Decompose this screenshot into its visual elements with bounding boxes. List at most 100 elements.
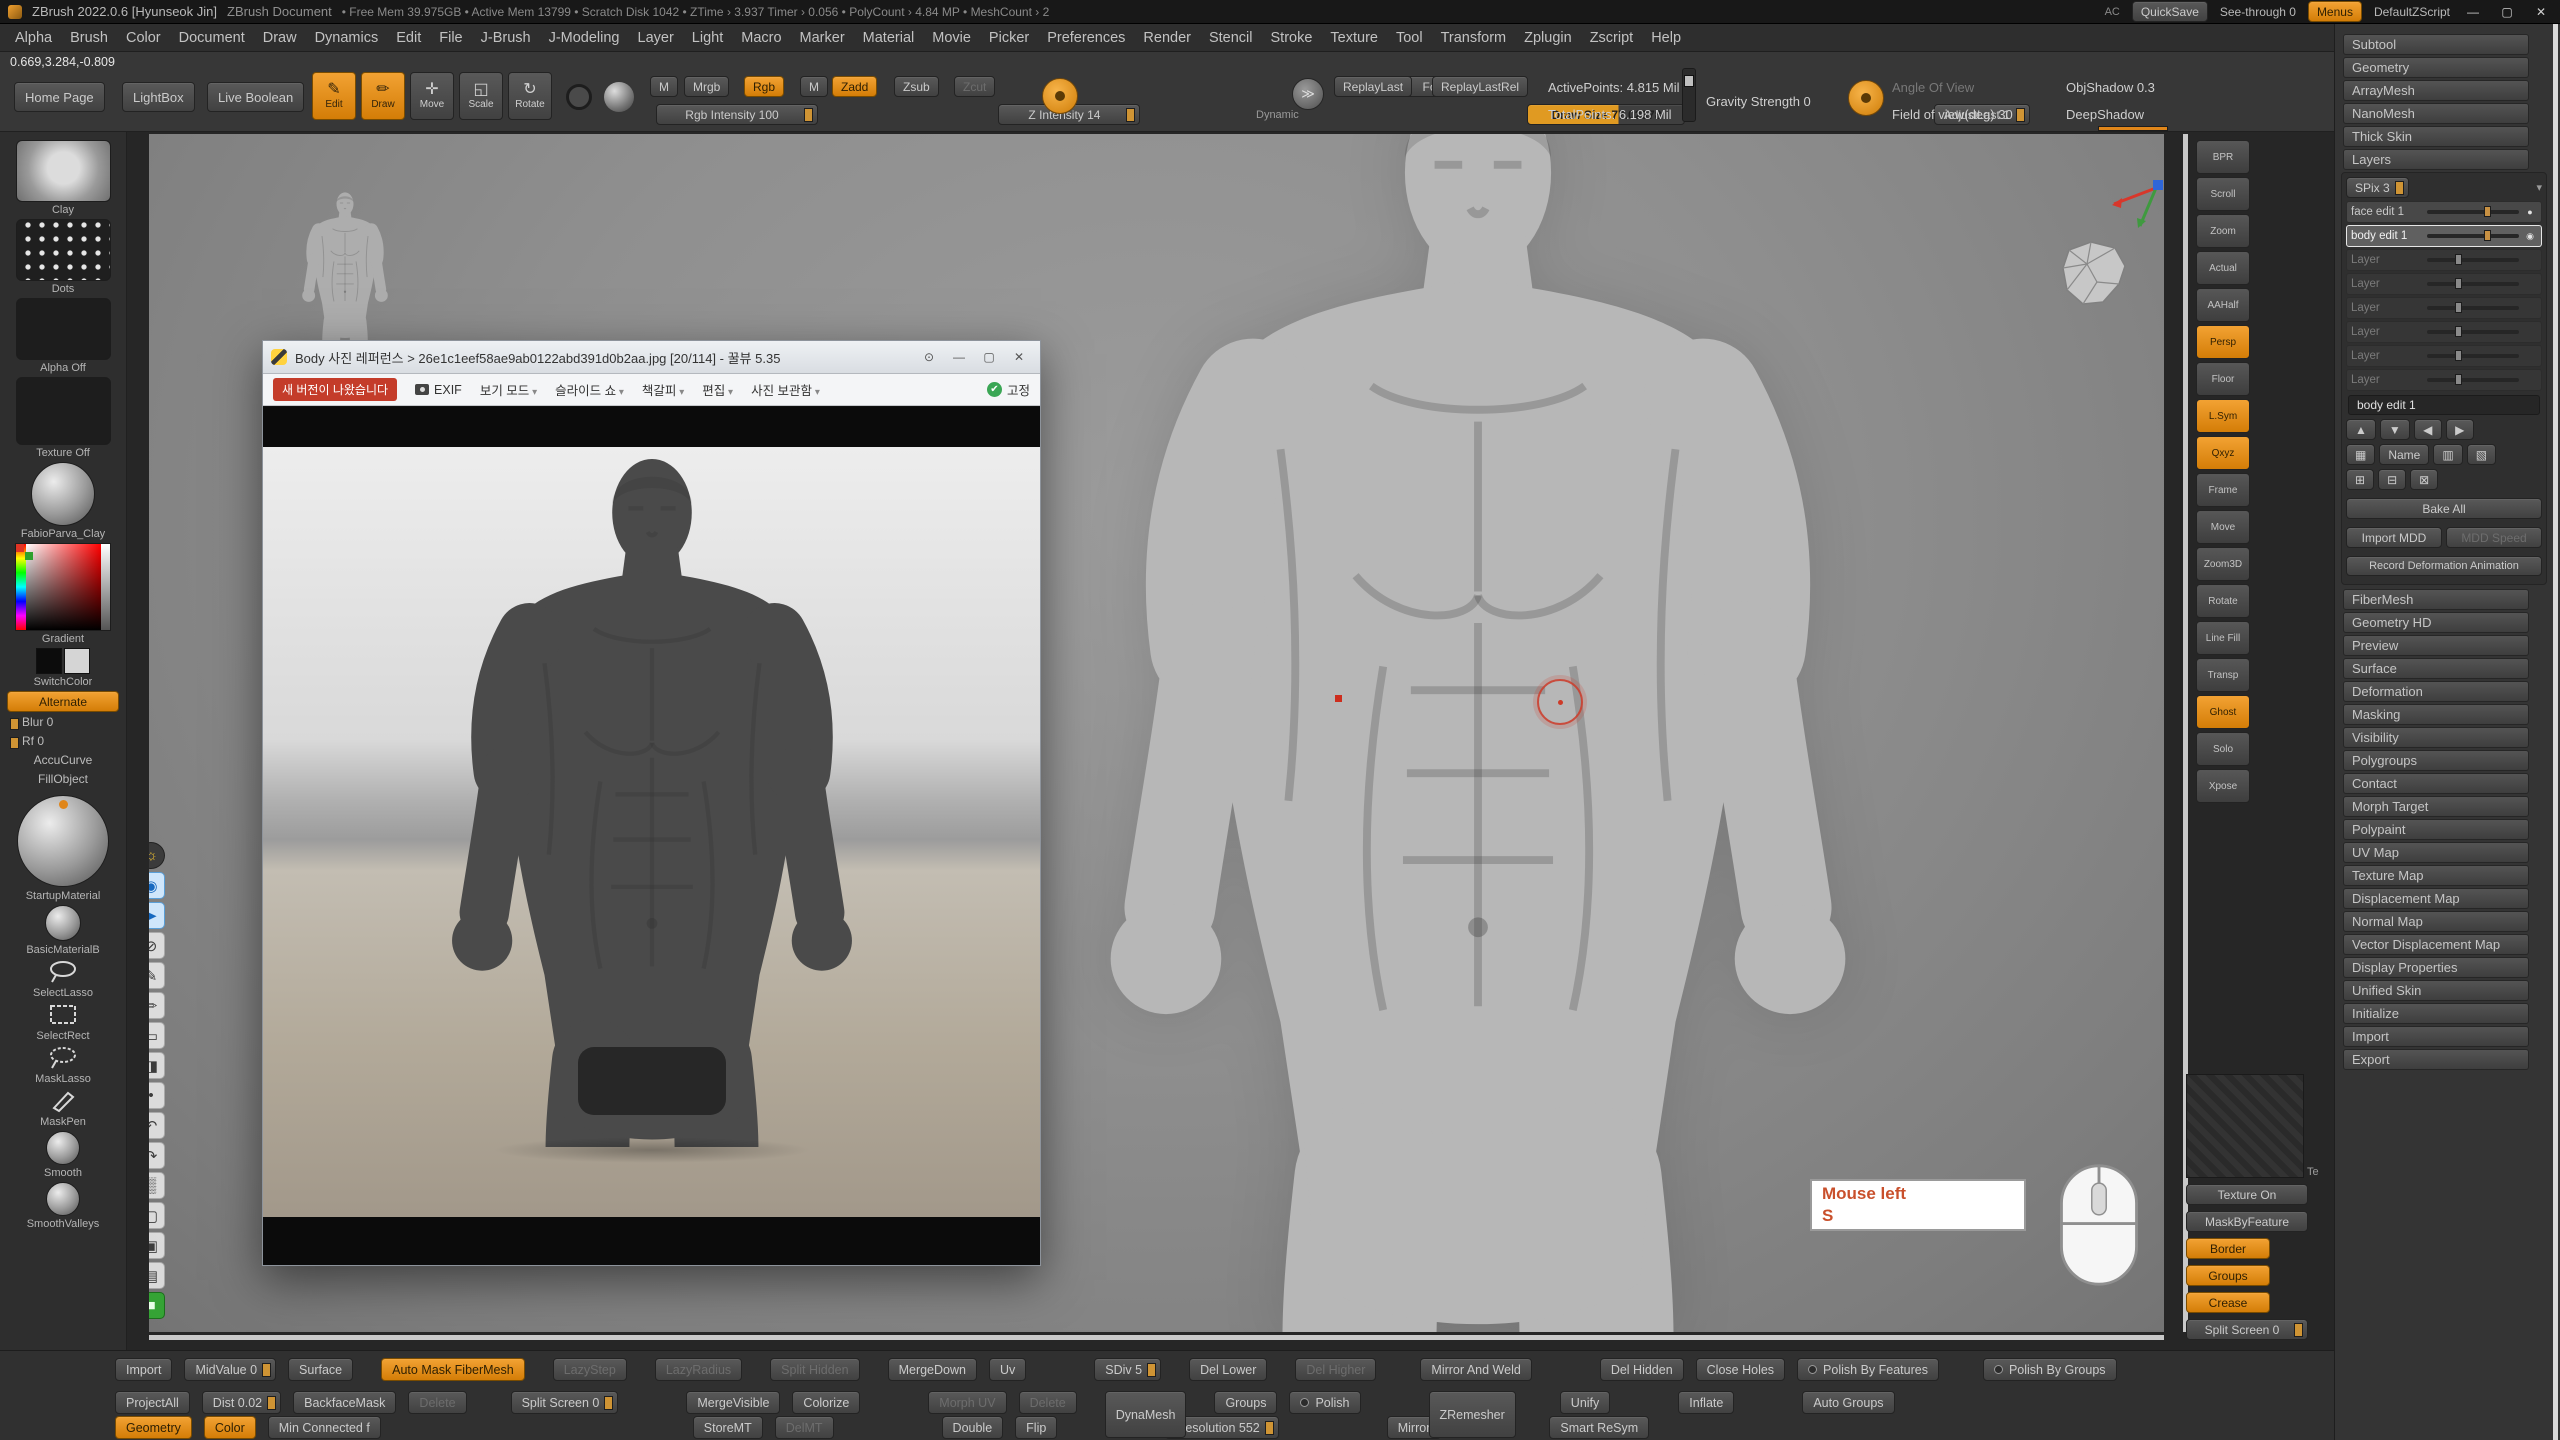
menu-item[interactable]: Zplugin	[1515, 27, 1581, 49]
tool-subpalette-header[interactable]: Preview	[2343, 635, 2529, 656]
no-draw-icon[interactable]: ⊘	[149, 932, 165, 959]
dock-button[interactable]: Uv	[989, 1358, 1026, 1381]
pin-toggle[interactable]: ✔ 고정	[987, 380, 1030, 399]
ruler-icon[interactable]: ▭	[149, 1022, 165, 1049]
color-picker[interactable]	[15, 543, 111, 631]
dock-button[interactable]: ProjectAll	[115, 1391, 190, 1414]
tool-subpalette-header[interactable]: Import	[2343, 1026, 2529, 1047]
layer-prev-button[interactable]: ◀	[2414, 419, 2442, 440]
layer-row[interactable]: Layer	[2346, 273, 2542, 295]
dock-button[interactable]: SDiv 5	[1094, 1358, 1161, 1381]
edit-menu[interactable]: 편집	[702, 380, 733, 399]
screen-icon[interactable]: ▢	[149, 1202, 165, 1229]
startup-material-sphere[interactable]	[17, 795, 109, 887]
layer-down-button[interactable]: ▼	[2380, 419, 2410, 440]
current-texture-thumbnail[interactable]	[16, 377, 111, 445]
select-rect-icon[interactable]	[46, 1002, 80, 1028]
scale-mode-button[interactable]: ◱ Scale	[459, 72, 503, 120]
dock-button[interactable]: ZRemesher	[1429, 1391, 1516, 1438]
viewer-title-bar[interactable]: Body 사진 레퍼런스 > 26e1c1eef58ae9ab0122abd39…	[263, 341, 1040, 374]
dock-button[interactable]: MergeVisible	[686, 1391, 780, 1414]
frame-button[interactable]: Frame	[2196, 473, 2250, 507]
spix-slider[interactable]: SPix 3	[2346, 177, 2409, 198]
layer-row[interactable]: Layer	[2346, 345, 2542, 367]
highlighter-icon[interactable]: ◨	[149, 1052, 165, 1079]
dock-button[interactable]: StoreMT	[693, 1416, 763, 1439]
deep-shadow-button[interactable]: DeepShadow	[2066, 107, 2144, 122]
menu-item[interactable]: Stencil	[1200, 27, 1262, 49]
solo-button[interactable]: Solo	[2196, 732, 2250, 766]
menu-item[interactable]: Zscript	[1581, 27, 1643, 49]
dock-button[interactable]: Close Holes	[1696, 1358, 1785, 1381]
dock-button[interactable]: MidValue 0	[184, 1358, 276, 1381]
layer-row[interactable]: Layer	[2346, 297, 2542, 319]
zoom3d-button[interactable]: Zoom3D	[2196, 547, 2250, 581]
rgb-intensity-slider[interactable]: Rgb Intensity 100	[656, 104, 818, 125]
camera-head-preview[interactable]	[2051, 238, 2135, 312]
dock-button[interactable]: Color	[204, 1416, 256, 1439]
menu-item[interactable]: Tool	[1387, 27, 1432, 49]
edit-mode-button[interactable]: ✎ Edit	[312, 72, 356, 120]
view-mode-menu[interactable]: 보기 모드	[480, 380, 537, 399]
dock-button[interactable]: Surface	[288, 1358, 353, 1381]
mask-by-feature-button[interactable]: MaskByFeature	[2186, 1211, 2308, 1232]
tool-subpalette-header[interactable]: Texture Map	[2343, 865, 2529, 886]
dock-button[interactable]: Inflate	[1678, 1391, 1734, 1414]
current-alpha-thumbnail[interactable]	[16, 298, 111, 360]
dock-button[interactable]: Del Hidden	[1600, 1358, 1684, 1381]
bookmark-menu[interactable]: 책갈피	[642, 380, 684, 399]
layer-intensity-slider[interactable]	[2427, 378, 2519, 382]
gravity-strength-label[interactable]: Gravity Strength 0	[1706, 94, 1811, 109]
swatch-icon[interactable]: ■	[149, 1292, 165, 1319]
photo-library-menu[interactable]: 사진 보관함	[751, 380, 820, 399]
dock-button[interactable]: Groups	[1214, 1391, 1277, 1414]
red-swatch[interactable]	[16, 544, 24, 552]
saturation-value-square[interactable]	[26, 544, 101, 630]
menu-item[interactable]: Draw	[254, 27, 306, 49]
menu-item[interactable]: Texture	[1321, 27, 1387, 49]
home-page-button[interactable]: Home Page	[14, 82, 105, 112]
draw-mode-button[interactable]: ✏ Draw	[361, 72, 405, 120]
tool-subpalette-header[interactable]: UV Map	[2343, 842, 2529, 863]
menu-item[interactable]: J-Modeling	[540, 27, 629, 49]
quicksave-button[interactable]: QuickSave	[2132, 1, 2208, 22]
dock-button[interactable]: DynaMesh	[1105, 1391, 1187, 1438]
dock-button[interactable]: Del Higher	[1295, 1358, 1376, 1381]
crease-button[interactable]: Crease	[2186, 1292, 2270, 1313]
layer-duplicate-button[interactable]: ▥	[2433, 444, 2462, 465]
tool-subpalette-header[interactable]: Export	[2343, 1049, 2529, 1070]
replay-last-rel-button[interactable]: ReplayLastRel	[1432, 76, 1528, 97]
pencil-icon[interactable]: ✏	[149, 992, 165, 1019]
tool-subpalette-header[interactable]: Visibility	[2343, 727, 2529, 748]
layer-intensity-slider[interactable]	[2427, 234, 2519, 238]
document-canvas[interactable]: ☼ ◉ ➤ ⊘ ✎ ✏ ▭ ◨ • ↶	[149, 134, 2164, 1332]
tool-subpalette-header[interactable]: Morph Target	[2343, 796, 2529, 817]
layer-row[interactable]: body edit 1 ◉	[2346, 225, 2542, 247]
alpha-sphere-icon[interactable]	[604, 82, 634, 112]
dock-button[interactable]: DelMT	[775, 1416, 834, 1439]
undo-icon[interactable]: ↶	[149, 1112, 165, 1139]
redo-icon[interactable]: ↷	[149, 1142, 165, 1169]
menu-item[interactable]: Alpha	[6, 27, 61, 49]
rf-slider[interactable]: Rf 0	[8, 734, 118, 750]
layers-options-icon[interactable]: ▾	[2536, 181, 2542, 194]
tool-subpalette-header[interactable]: Deformation	[2343, 681, 2529, 702]
dock-button[interactable]: Del Lower	[1189, 1358, 1267, 1381]
minimize-button[interactable]: —	[2462, 5, 2484, 19]
accucurve-button[interactable]: AccuCurve	[34, 753, 93, 769]
menu-item[interactable]: Brush	[61, 27, 117, 49]
replay-last-button[interactable]: ReplayLast	[1334, 76, 1412, 97]
layer-state-icon[interactable]: ●	[2523, 207, 2537, 217]
viewer-pin-button[interactable]: ⊙	[916, 350, 942, 364]
menu-item[interactable]: Marker	[791, 27, 854, 49]
panel-scrollbar[interactable]	[2553, 24, 2558, 1440]
layer-up-button[interactable]: ▲	[2346, 419, 2376, 440]
texture-thumbnail[interactable]	[2186, 1074, 2304, 1178]
viewer-close-button[interactable]: ✕	[1006, 350, 1032, 364]
layer-row[interactable]: face edit 1 ●	[2346, 201, 2542, 223]
live-boolean-button[interactable]: Live Boolean	[207, 82, 304, 112]
menu-item[interactable]: Light	[683, 27, 732, 49]
dock-button[interactable]: Polish By Groups	[1983, 1358, 2117, 1381]
tool-subpalette-header[interactable]: FiberMesh	[2343, 589, 2529, 610]
layer-intensity-slider[interactable]	[2427, 306, 2519, 310]
